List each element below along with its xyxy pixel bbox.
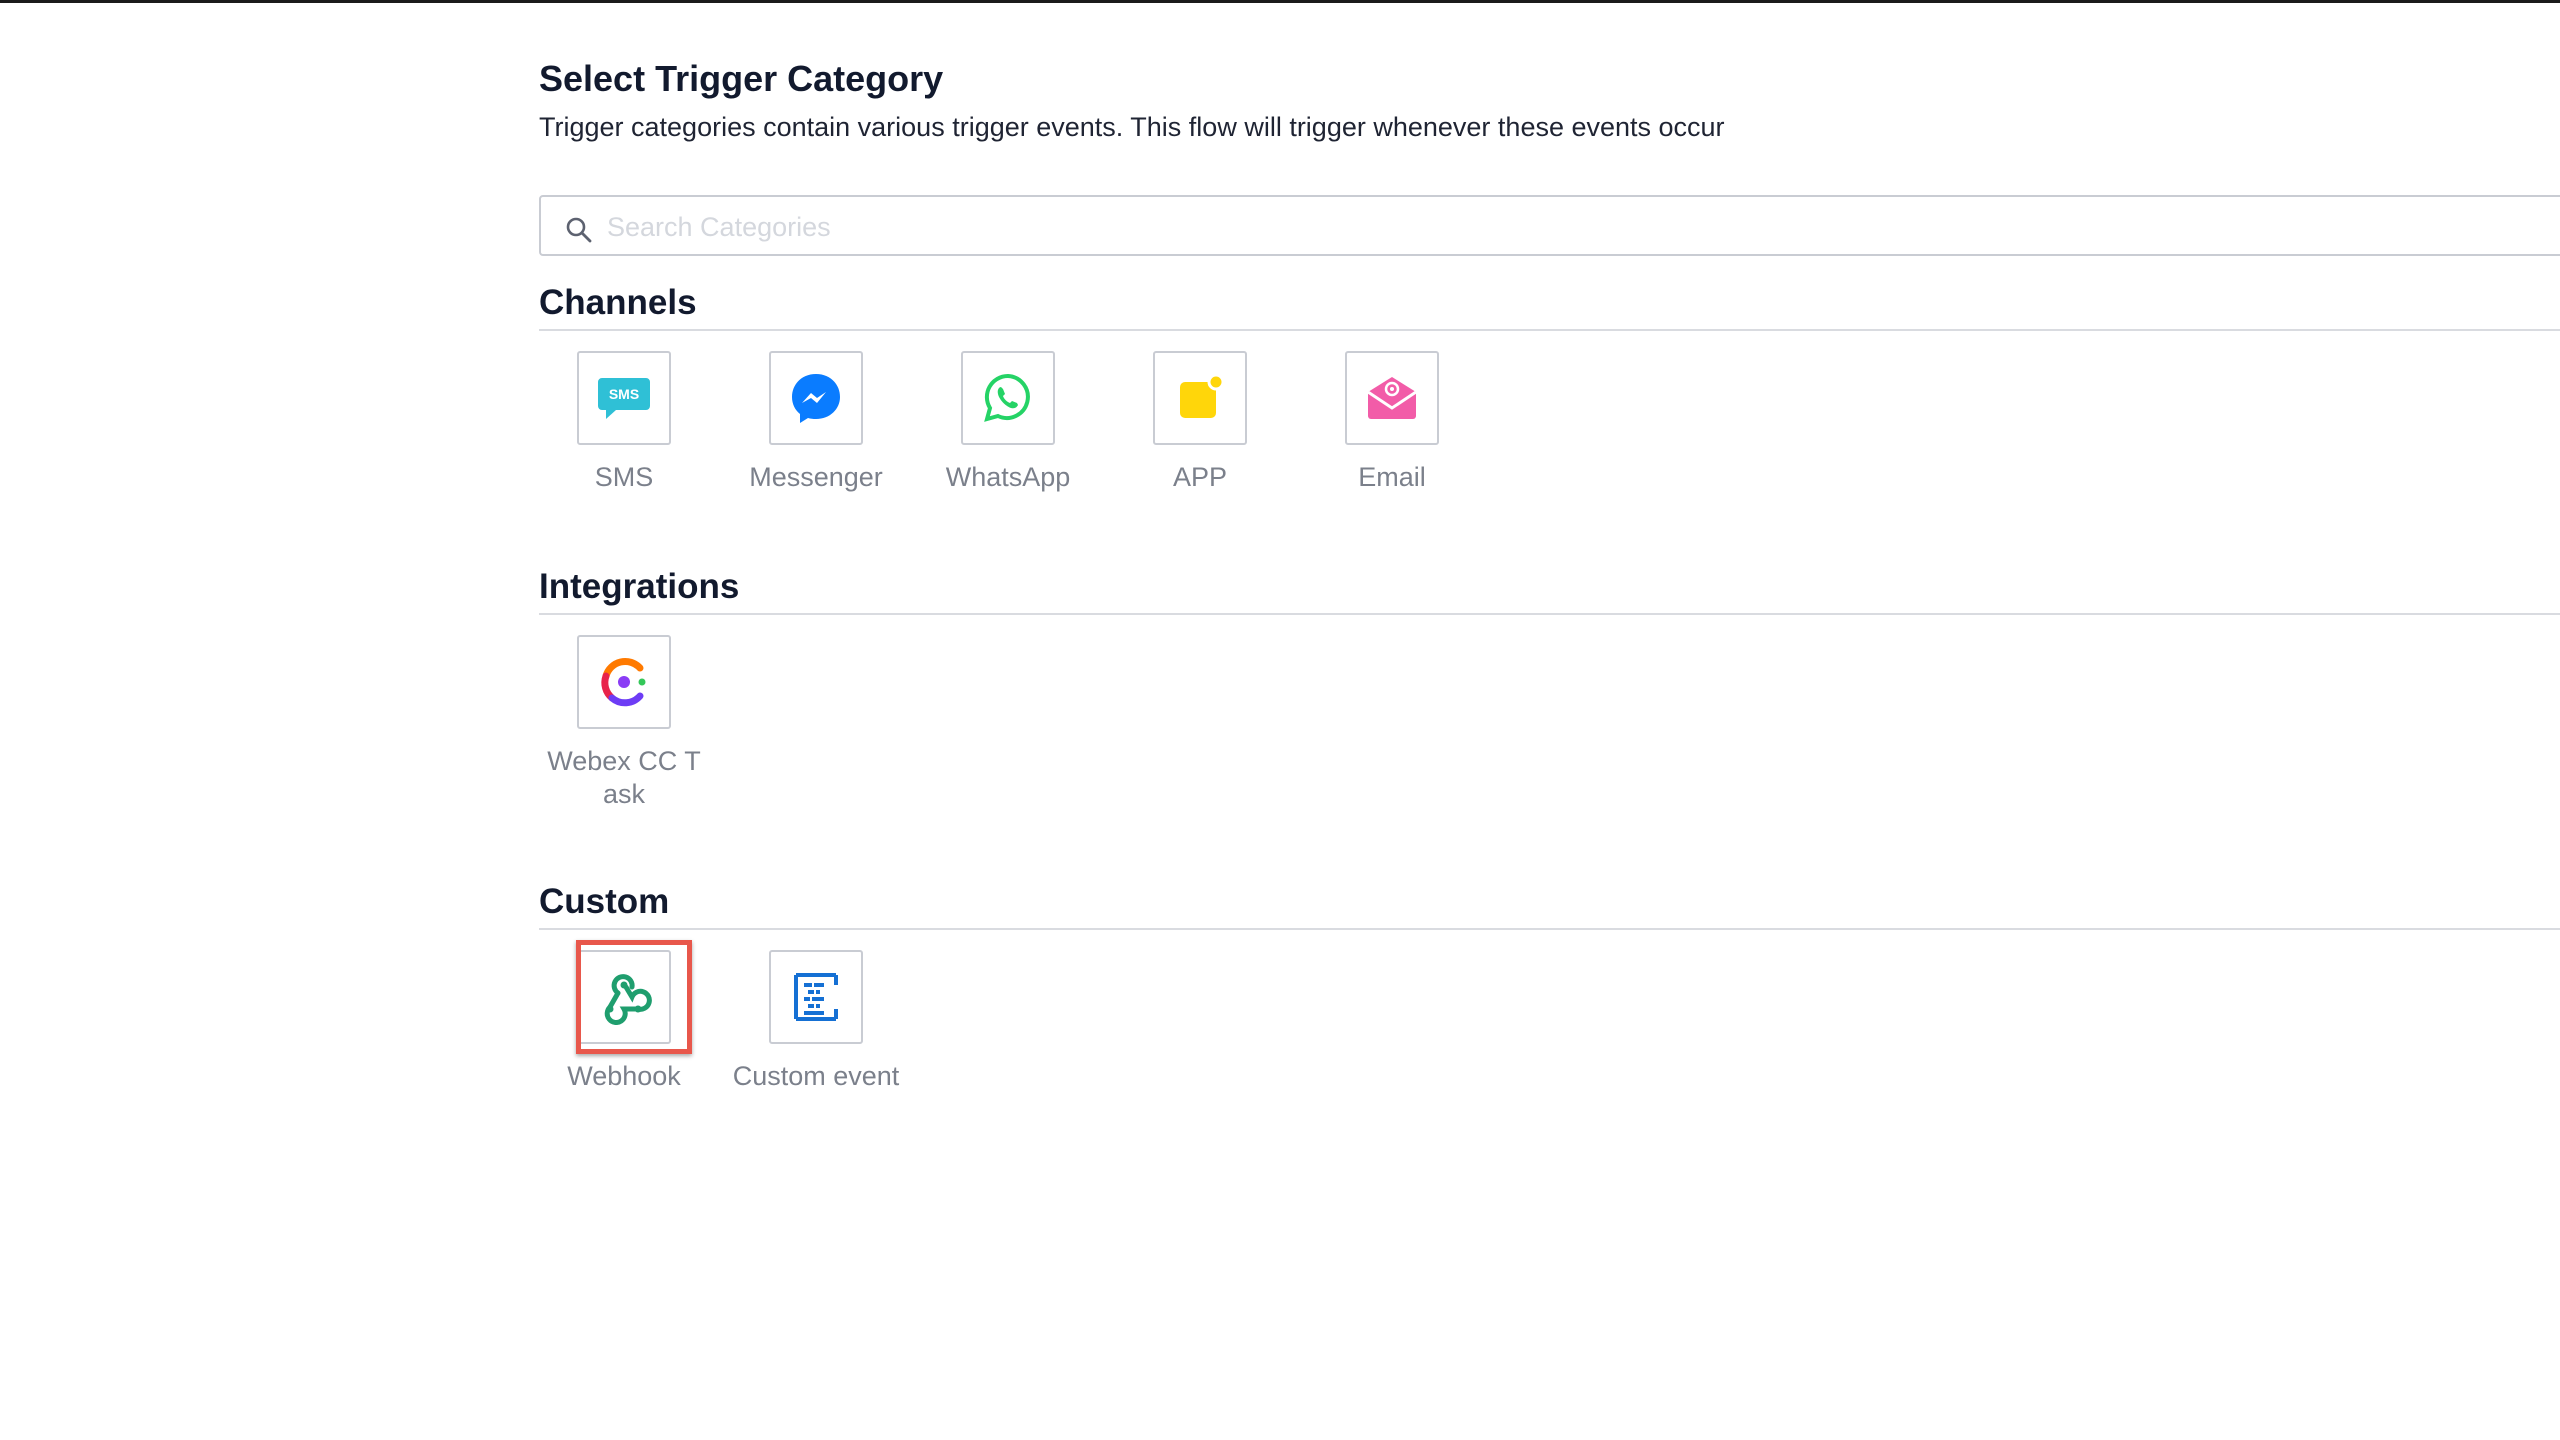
category-tile-messenger[interactable]: Messenger xyxy=(731,351,901,494)
category-tile-webex-cc-task[interactable]: Webex CC Task xyxy=(539,635,709,811)
messenger-icon xyxy=(792,374,840,423)
category-tile-webhook[interactable]: Webhook xyxy=(539,950,709,1093)
tile-label-messenger: Messenger xyxy=(749,462,883,492)
tile-icon-box[interactable] xyxy=(961,351,1055,445)
whatsapp-icon xyxy=(984,373,1030,422)
tile-label-webex-cc-task: Webex CC Task xyxy=(547,746,701,809)
email-icon xyxy=(1367,377,1417,419)
search-box[interactable] xyxy=(539,195,2560,256)
page-title: Select Trigger Category xyxy=(539,58,944,99)
tile-icon-box[interactable]: SMS xyxy=(577,351,671,445)
webex-cc-icon xyxy=(601,658,646,707)
tile-icon-box[interactable] xyxy=(577,635,671,729)
app-notification-icon xyxy=(1180,373,1225,418)
trigger-category-page: Select Trigger Category Trigger categori… xyxy=(539,0,2560,1440)
tile-label-email: Email xyxy=(1358,462,1426,492)
sms-icon: SMS xyxy=(598,378,650,419)
section-divider xyxy=(539,928,2560,930)
category-tile-custom-event[interactable]: Custom event xyxy=(731,950,901,1093)
category-tile-email[interactable]: Email xyxy=(1307,351,1477,494)
tile-icon-box[interactable] xyxy=(1153,351,1247,445)
custom-event-icon xyxy=(794,973,838,1021)
page-subtitle: Trigger categories contain various trigg… xyxy=(539,112,1725,142)
tile-label-custom-event: Custom event xyxy=(732,1061,900,1091)
section-divider xyxy=(539,613,2560,615)
tile-label-whatsapp: WhatsApp xyxy=(945,462,1071,492)
tile-icon-box[interactable] xyxy=(1345,351,1439,445)
section-title-custom: Custom xyxy=(539,882,670,921)
tile-label-sms: SMS xyxy=(594,462,654,492)
category-tile-app[interactable]: APP xyxy=(1115,351,1285,494)
section-divider xyxy=(539,329,2560,331)
tile-label-webhook: Webhook xyxy=(567,1061,681,1091)
search-input[interactable] xyxy=(605,205,2509,249)
svg-text:SMS: SMS xyxy=(609,386,639,402)
section-title-integrations: Integrations xyxy=(539,567,740,606)
tile-label-app: APP xyxy=(1172,462,1228,492)
tile-icon-box[interactable] xyxy=(577,950,671,1044)
section-title-channels: Channels xyxy=(539,283,697,322)
search-icon xyxy=(566,217,592,243)
webhook-icon xyxy=(604,974,652,1025)
tile-icon-box[interactable] xyxy=(769,351,863,445)
category-tile-whatsapp[interactable]: WhatsApp xyxy=(923,351,1093,494)
category-tile-sms[interactable]: SMS SMS xyxy=(539,351,709,494)
tile-icon-box[interactable] xyxy=(769,950,863,1044)
